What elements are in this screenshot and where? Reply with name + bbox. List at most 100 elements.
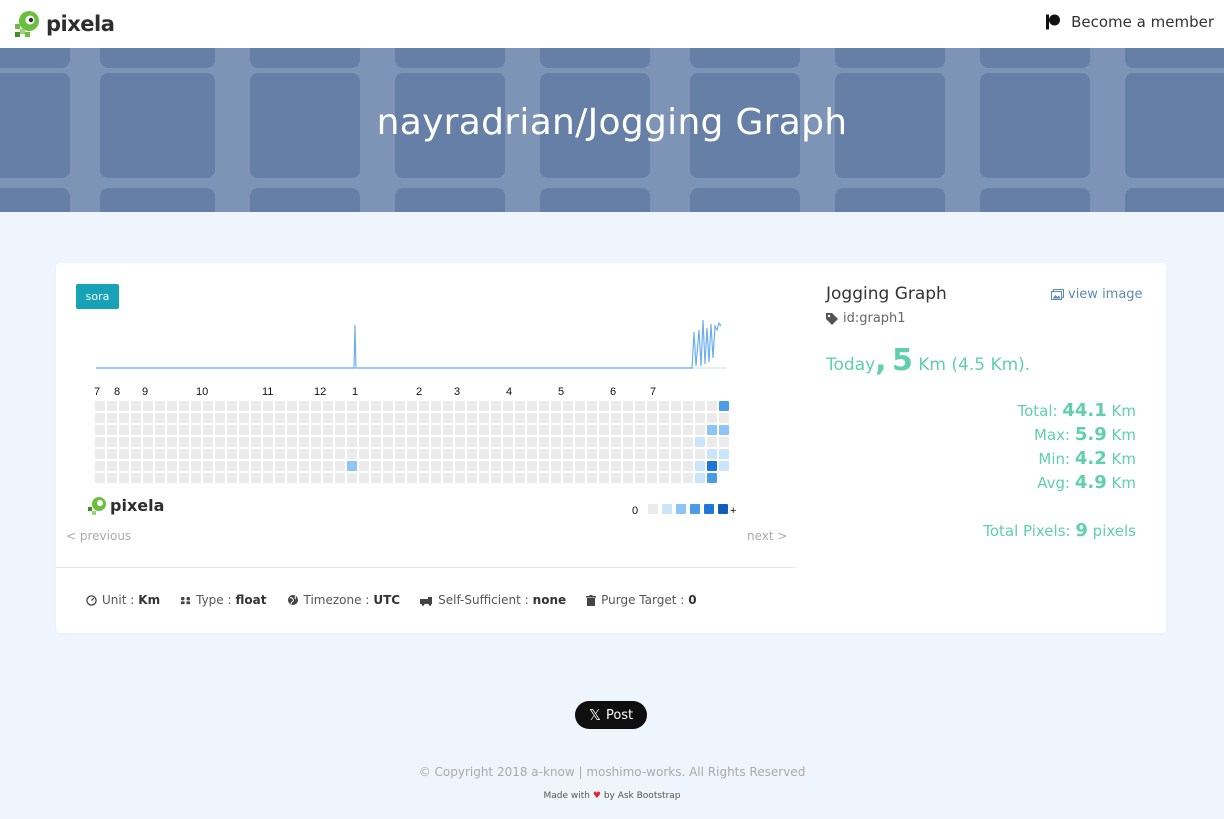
legend-swatch [676, 504, 686, 514]
pixel-cell [407, 401, 417, 411]
pixel-cell [227, 473, 237, 483]
pixel-cell [131, 437, 141, 447]
pixel-cell [203, 437, 213, 447]
pixel-cell [455, 401, 465, 411]
brand-logo-link[interactable]: pixela [13, 9, 115, 39]
pixel-cell [443, 461, 453, 471]
pixel-cell [539, 449, 549, 459]
unit-label: Unit : [102, 593, 135, 607]
legend-zero-label: 0 [632, 505, 638, 517]
pixel-cell [359, 437, 369, 447]
pixel-cell [587, 413, 597, 423]
pixel-cell [659, 401, 669, 411]
pixel-cell [407, 473, 417, 483]
pixel-cell [659, 449, 669, 459]
pixel-cell [443, 449, 453, 459]
pixel-cell [515, 461, 525, 471]
pixel-cell [383, 461, 393, 471]
post-on-x-button[interactable]: 𝕏 Post [575, 701, 647, 729]
view-image-link[interactable]: view image [1051, 287, 1143, 302]
min-unit: Km [1111, 450, 1136, 468]
watermark-logo-pixel [88, 507, 92, 511]
pixel-cell [635, 473, 645, 483]
pixel-cell [287, 461, 297, 471]
pixel-cell [119, 449, 129, 459]
pixel-cell [431, 437, 441, 447]
pixel-cell [119, 473, 129, 483]
pixel-cell [371, 401, 381, 411]
pixel-cell [563, 473, 573, 483]
pixel-cell [167, 461, 177, 471]
pixel-cell [479, 413, 489, 423]
pixel-cell [119, 425, 129, 435]
unit-meta: Unit : Km [86, 593, 160, 607]
pixel-cell [539, 461, 549, 471]
watermark-logo-eye [97, 500, 103, 506]
pixel-cell [443, 425, 453, 435]
pixel-cell [455, 425, 465, 435]
pixel-cell [347, 437, 357, 447]
pixel-cell [143, 449, 153, 459]
pixel-cell [683, 437, 693, 447]
page-title: nayradrian/Jogging Graph [376, 102, 848, 143]
pixel-cell [611, 425, 621, 435]
min-stat: Min: 4.2 Km [1038, 448, 1136, 469]
pixel-cell [479, 461, 489, 471]
pixel-cell [227, 461, 237, 471]
legend-plus-label: + [730, 505, 736, 517]
become-member-link[interactable]: Become a member [1045, 13, 1214, 31]
pixel-cell [527, 473, 537, 483]
pixel-cell [407, 437, 417, 447]
pixel-cell [659, 413, 669, 423]
pixel-cell [203, 461, 213, 471]
pixel-cell [467, 461, 477, 471]
pixel-cell [503, 437, 513, 447]
pixel-cell [599, 473, 609, 483]
theme-badge[interactable]: sora [76, 284, 119, 309]
next-link[interactable]: next > [747, 529, 787, 543]
pixel-cell [275, 473, 285, 483]
pixel-cell [107, 425, 117, 435]
pixel-cell [419, 437, 429, 447]
pixel-cell [623, 461, 633, 471]
pixel-cell [251, 461, 261, 471]
previous-link[interactable]: < previous [66, 529, 131, 543]
pixel-cell [395, 425, 405, 435]
max-label: Max: [1034, 426, 1071, 444]
pixel-cell [251, 401, 261, 411]
pixel-cell [491, 449, 501, 459]
pixel-cell [95, 473, 105, 483]
pixel-cell [623, 425, 633, 435]
pixel-cell [215, 413, 225, 423]
pixel-cell [683, 461, 693, 471]
pixel-cell [119, 437, 129, 447]
pixel-cell [455, 449, 465, 459]
pixel-cell [611, 401, 621, 411]
image-icon [1051, 289, 1064, 300]
pixel-cell [587, 461, 597, 471]
pixel-cell [155, 449, 165, 459]
pixel-cell [467, 401, 477, 411]
pixel-cell [191, 425, 201, 435]
pixel-cell [167, 425, 177, 435]
max-unit: Km [1111, 426, 1136, 444]
pixel-cell [647, 461, 657, 471]
pixel-cell [395, 461, 405, 471]
pixel-cell [263, 425, 273, 435]
pixel-cell [431, 461, 441, 471]
pixel-cell [275, 401, 285, 411]
pixel-cell [323, 449, 333, 459]
pixel-cell [599, 413, 609, 423]
watermark-text: pixela [110, 496, 164, 515]
month-label: 7 [650, 386, 656, 398]
legend-swatch [648, 504, 658, 514]
pixel-cell [479, 437, 489, 447]
pixel-cell [179, 437, 189, 447]
pixel-cell [191, 437, 201, 447]
total-label: Total: [1017, 402, 1058, 420]
pixel-cell [359, 473, 369, 483]
pixel-cell [515, 449, 525, 459]
pixel-cell [107, 473, 117, 483]
pixel-cell [479, 473, 489, 483]
pixel-cell [479, 401, 489, 411]
